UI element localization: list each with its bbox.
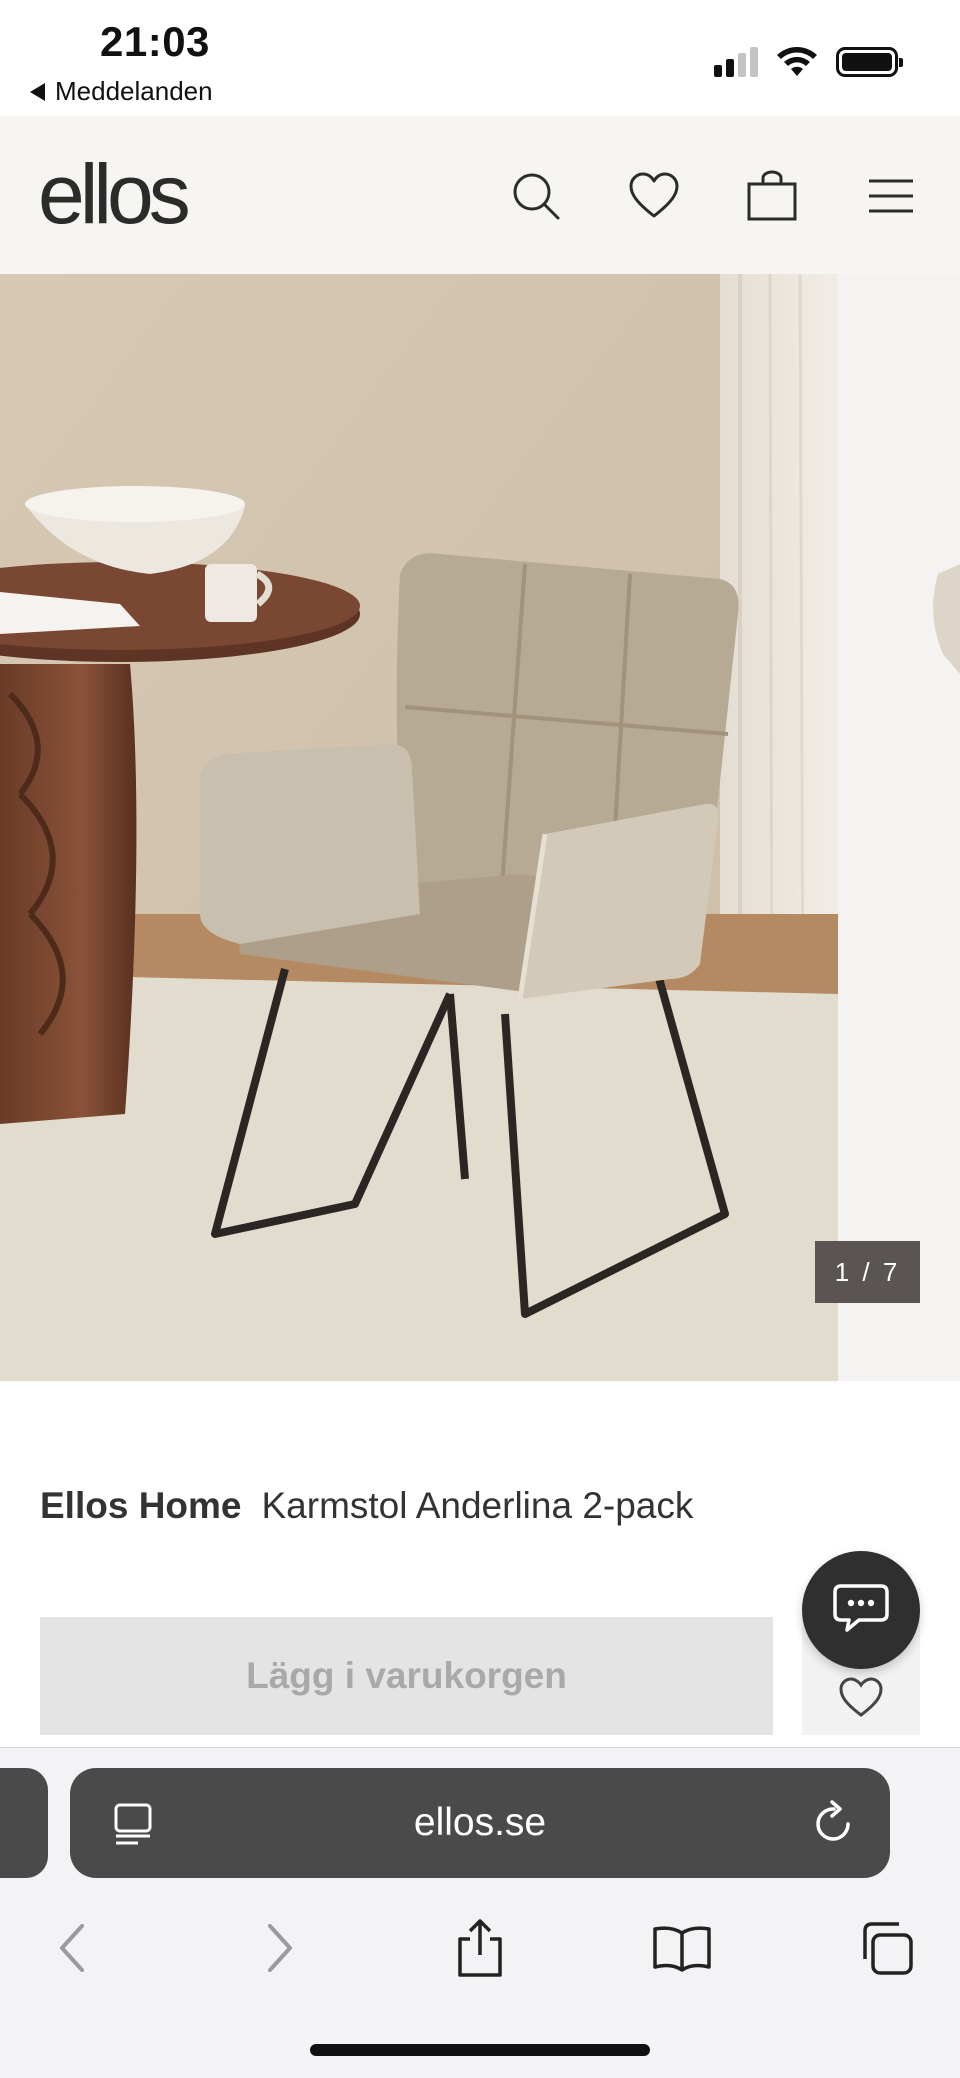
home-indicator[interactable] <box>310 2044 650 2056</box>
address-text: ellos.se <box>413 1801 547 1844</box>
chat-support-button[interactable] <box>802 1551 920 1669</box>
ellos-logo[interactable]: ellos <box>38 146 191 243</box>
browser-toolbar: ellos.se <box>0 1747 960 2078</box>
wifi-icon <box>777 47 817 76</box>
reader-page-icon[interactable] <box>112 1802 154 1846</box>
cellular-signal-icon <box>714 47 758 77</box>
page: 21:03 Meddelanden ellos 1 / 7 Ellos Home… <box>0 0 960 2078</box>
back-triangle-icon <box>30 82 45 101</box>
forward-arrow-icon[interactable] <box>240 1908 320 1988</box>
status-icons <box>714 46 903 78</box>
next-image-peek[interactable] <box>838 274 960 1381</box>
site-header: ellos <box>0 116 960 274</box>
share-icon[interactable] <box>440 1908 520 1988</box>
search-icon[interactable] <box>506 166 566 226</box>
status-bar: 21:03 Meddelanden <box>0 0 960 116</box>
reload-icon[interactable] <box>812 1800 856 1846</box>
product-name: Karmstol Anderlina 2-pack <box>261 1485 694 1526</box>
next-image-illustration <box>933 564 960 674</box>
product-photo[interactable] <box>0 274 838 1381</box>
add-to-cart-button[interactable]: Lägg i varukorgen <box>40 1617 773 1735</box>
status-time: 21:03 <box>100 18 210 65</box>
battery-icon <box>836 47 903 77</box>
image-counter: 1 / 7 <box>815 1241 920 1303</box>
hamburger-menu-icon[interactable] <box>861 166 921 226</box>
bookmarks-icon[interactable] <box>642 1908 722 1988</box>
heart-icon[interactable] <box>624 166 684 226</box>
product-title: Ellos Home Karmstol Anderlina 2-pack <box>40 1485 693 1527</box>
shopping-bag-icon[interactable] <box>742 166 802 226</box>
product-brand[interactable]: Ellos Home <box>40 1485 242 1526</box>
back-app-label: Meddelanden <box>55 76 213 106</box>
browser-nav-toolbar <box>0 1908 960 2008</box>
tabs-icon[interactable] <box>846 1908 926 1988</box>
armchair-photo-illustration <box>0 274 838 1381</box>
chat-bubbles-icon <box>833 1584 889 1632</box>
previous-tab-preview[interactable] <box>0 1768 48 1878</box>
back-arrow-icon[interactable] <box>32 1908 112 1988</box>
product-image-gallery[interactable]: 1 / 7 <box>0 274 960 1381</box>
heart-outline-icon <box>839 1677 883 1717</box>
address-bar[interactable]: ellos.se <box>70 1768 890 1878</box>
back-to-app-link[interactable]: Meddelanden <box>30 76 213 107</box>
